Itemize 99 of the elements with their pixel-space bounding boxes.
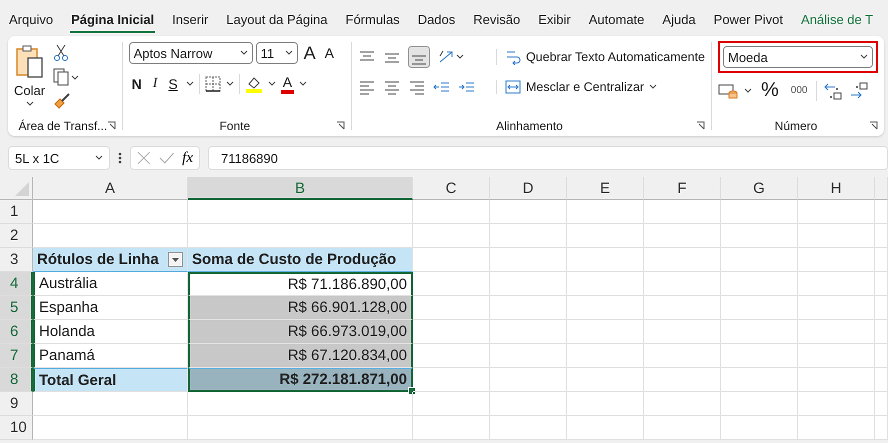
copy-icon[interactable] <box>53 68 80 86</box>
row-header[interactable]: 2 <box>0 224 33 248</box>
dialog-launcher-icon[interactable] <box>696 121 705 130</box>
ribbon-tab[interactable]: Revisão <box>464 0 530 36</box>
column-header[interactable]: B <box>188 177 413 200</box>
chevron-down-icon <box>860 54 868 60</box>
bold-button[interactable]: N <box>128 76 145 92</box>
row-header[interactable]: 4 <box>0 272 33 296</box>
chevron-down-icon <box>186 81 194 87</box>
ribbon-tab[interactable]: Layout da Página <box>217 0 336 36</box>
group-label: Fonte <box>219 119 250 133</box>
table-cell: Austrália <box>33 272 188 296</box>
table-cell: R$ 66.901.128,00 <box>188 296 413 320</box>
empty-cell <box>875 320 888 344</box>
ribbon-tab[interactable]: Automate <box>580 0 654 36</box>
table-cell: R$ 66.973.019,00 <box>188 320 413 344</box>
empty-cell <box>875 248 888 272</box>
italic-button[interactable]: I <box>150 76 160 92</box>
row-header[interactable]: 7 <box>0 344 33 368</box>
decrease-decimal-icon[interactable] <box>849 80 870 100</box>
chevron-down-icon <box>299 81 308 87</box>
decrease-font-button[interactable]: A <box>322 45 337 61</box>
empty-cell <box>875 416 888 440</box>
empty-cell <box>875 200 888 224</box>
row-header[interactable]: 1 <box>0 200 33 224</box>
column-header[interactable]: F <box>644 177 721 200</box>
row-header[interactable]: 9 <box>0 392 33 416</box>
chevron-down-icon <box>26 101 34 107</box>
filter-dropdown-icon[interactable] <box>168 252 183 267</box>
group-label: Número <box>774 119 818 133</box>
ribbon-tab[interactable]: Dados <box>408 0 464 36</box>
more-options-icon[interactable] <box>118 151 122 165</box>
empty-cell <box>875 368 888 392</box>
column-header[interactable]: D <box>490 177 567 200</box>
chevron-down-icon <box>649 84 658 90</box>
header-label: Rótulos de Linha <box>37 250 159 270</box>
table-header-cell: Soma de Custo de Produção <box>188 248 413 272</box>
dialog-launcher-icon[interactable] <box>106 121 116 130</box>
empty-cell <box>875 224 888 248</box>
checkmark-icon[interactable] <box>158 152 174 164</box>
row-header[interactable]: 8 <box>0 368 33 392</box>
chevron-down-icon <box>268 81 276 87</box>
chevron-down-icon <box>240 50 248 56</box>
row-header[interactable]: 5 <box>0 296 33 320</box>
fill-handle[interactable] <box>408 387 416 395</box>
group-label: Alinhamento <box>496 119 563 133</box>
ribbon-tab[interactable]: Arquivo <box>0 0 62 36</box>
insert-function-button[interactable]: fx <box>182 150 193 166</box>
table-cell: R$ 67.120.834,00 <box>188 344 413 368</box>
formula-input[interactable]: 71186890 <box>208 146 888 170</box>
dialog-launcher-icon[interactable] <box>869 121 878 130</box>
wrap-text-button[interactable]: Quebrar Texto Automaticamente <box>496 49 705 65</box>
merge-cells-icon <box>505 80 521 94</box>
currency-icon[interactable] <box>718 82 738 100</box>
borders-icon[interactable] <box>204 76 221 92</box>
ribbon-tab[interactable]: Inserir <box>163 0 218 36</box>
align-bottom-icon[interactable] <box>408 46 430 68</box>
underline-button[interactable]: S <box>165 76 181 92</box>
name-box[interactable]: 5L x 1C <box>8 146 110 170</box>
row-header[interactable]: 10 <box>0 416 33 440</box>
empty-cell <box>875 344 888 368</box>
column-header[interactable]: C <box>413 177 490 200</box>
column-header[interactable]: G <box>721 177 798 200</box>
paintbrush-icon[interactable] <box>53 92 72 110</box>
total-value: R$ 272.181.871,00 <box>279 370 407 390</box>
column-header[interactable]: H <box>798 177 875 200</box>
paste-button[interactable]: Colar <box>14 42 46 110</box>
ribbon-tab[interactable]: Fórmulas <box>336 0 409 36</box>
empty-cell <box>875 272 888 296</box>
font-name-dropdown[interactable]: Aptos Narrow <box>128 42 253 64</box>
chevron-down-icon <box>95 155 103 161</box>
dialog-launcher-icon[interactable] <box>336 121 345 130</box>
percent-button[interactable]: % <box>758 79 782 102</box>
increase-decimal-icon[interactable] <box>823 80 844 100</box>
chevron-down-icon <box>744 88 752 94</box>
number-format-dropdown[interactable]: Moeda <box>723 46 873 68</box>
empty-cell <box>875 392 888 416</box>
column-header[interactable]: E <box>567 177 644 200</box>
increase-font-button[interactable]: A <box>300 42 319 64</box>
thousands-button[interactable]: 000 <box>788 85 810 96</box>
ribbon-tab[interactable]: Exibir <box>529 0 580 36</box>
ribbon-tab[interactable]: Power Pivot <box>704 0 792 36</box>
chevron-down-icon <box>284 50 293 56</box>
row-header[interactable]: 6 <box>0 320 33 344</box>
ribbon-tab[interactable]: Página Inicial <box>62 0 164 36</box>
wrap-text-icon <box>504 49 521 65</box>
scissors-icon[interactable] <box>53 44 70 62</box>
group-label: Área de Transf... <box>18 119 108 133</box>
ribbon-tab[interactable]: Ajuda <box>653 0 705 36</box>
row-header[interactable]: 3 <box>0 248 33 272</box>
empty-cell <box>875 296 888 320</box>
total-cell: Total Geral <box>33 368 188 392</box>
chevron-down-icon <box>226 81 234 87</box>
font-color-button[interactable]: A <box>280 74 294 94</box>
merge-center-button[interactable]: Mesclar e Centralizar <box>496 80 658 94</box>
fill-color-icon[interactable] <box>244 75 263 93</box>
ribbon-tab[interactable]: Análise de T <box>792 0 882 36</box>
clipboard-icon <box>14 44 45 80</box>
font-size-dropdown[interactable]: 11 <box>256 42 298 64</box>
